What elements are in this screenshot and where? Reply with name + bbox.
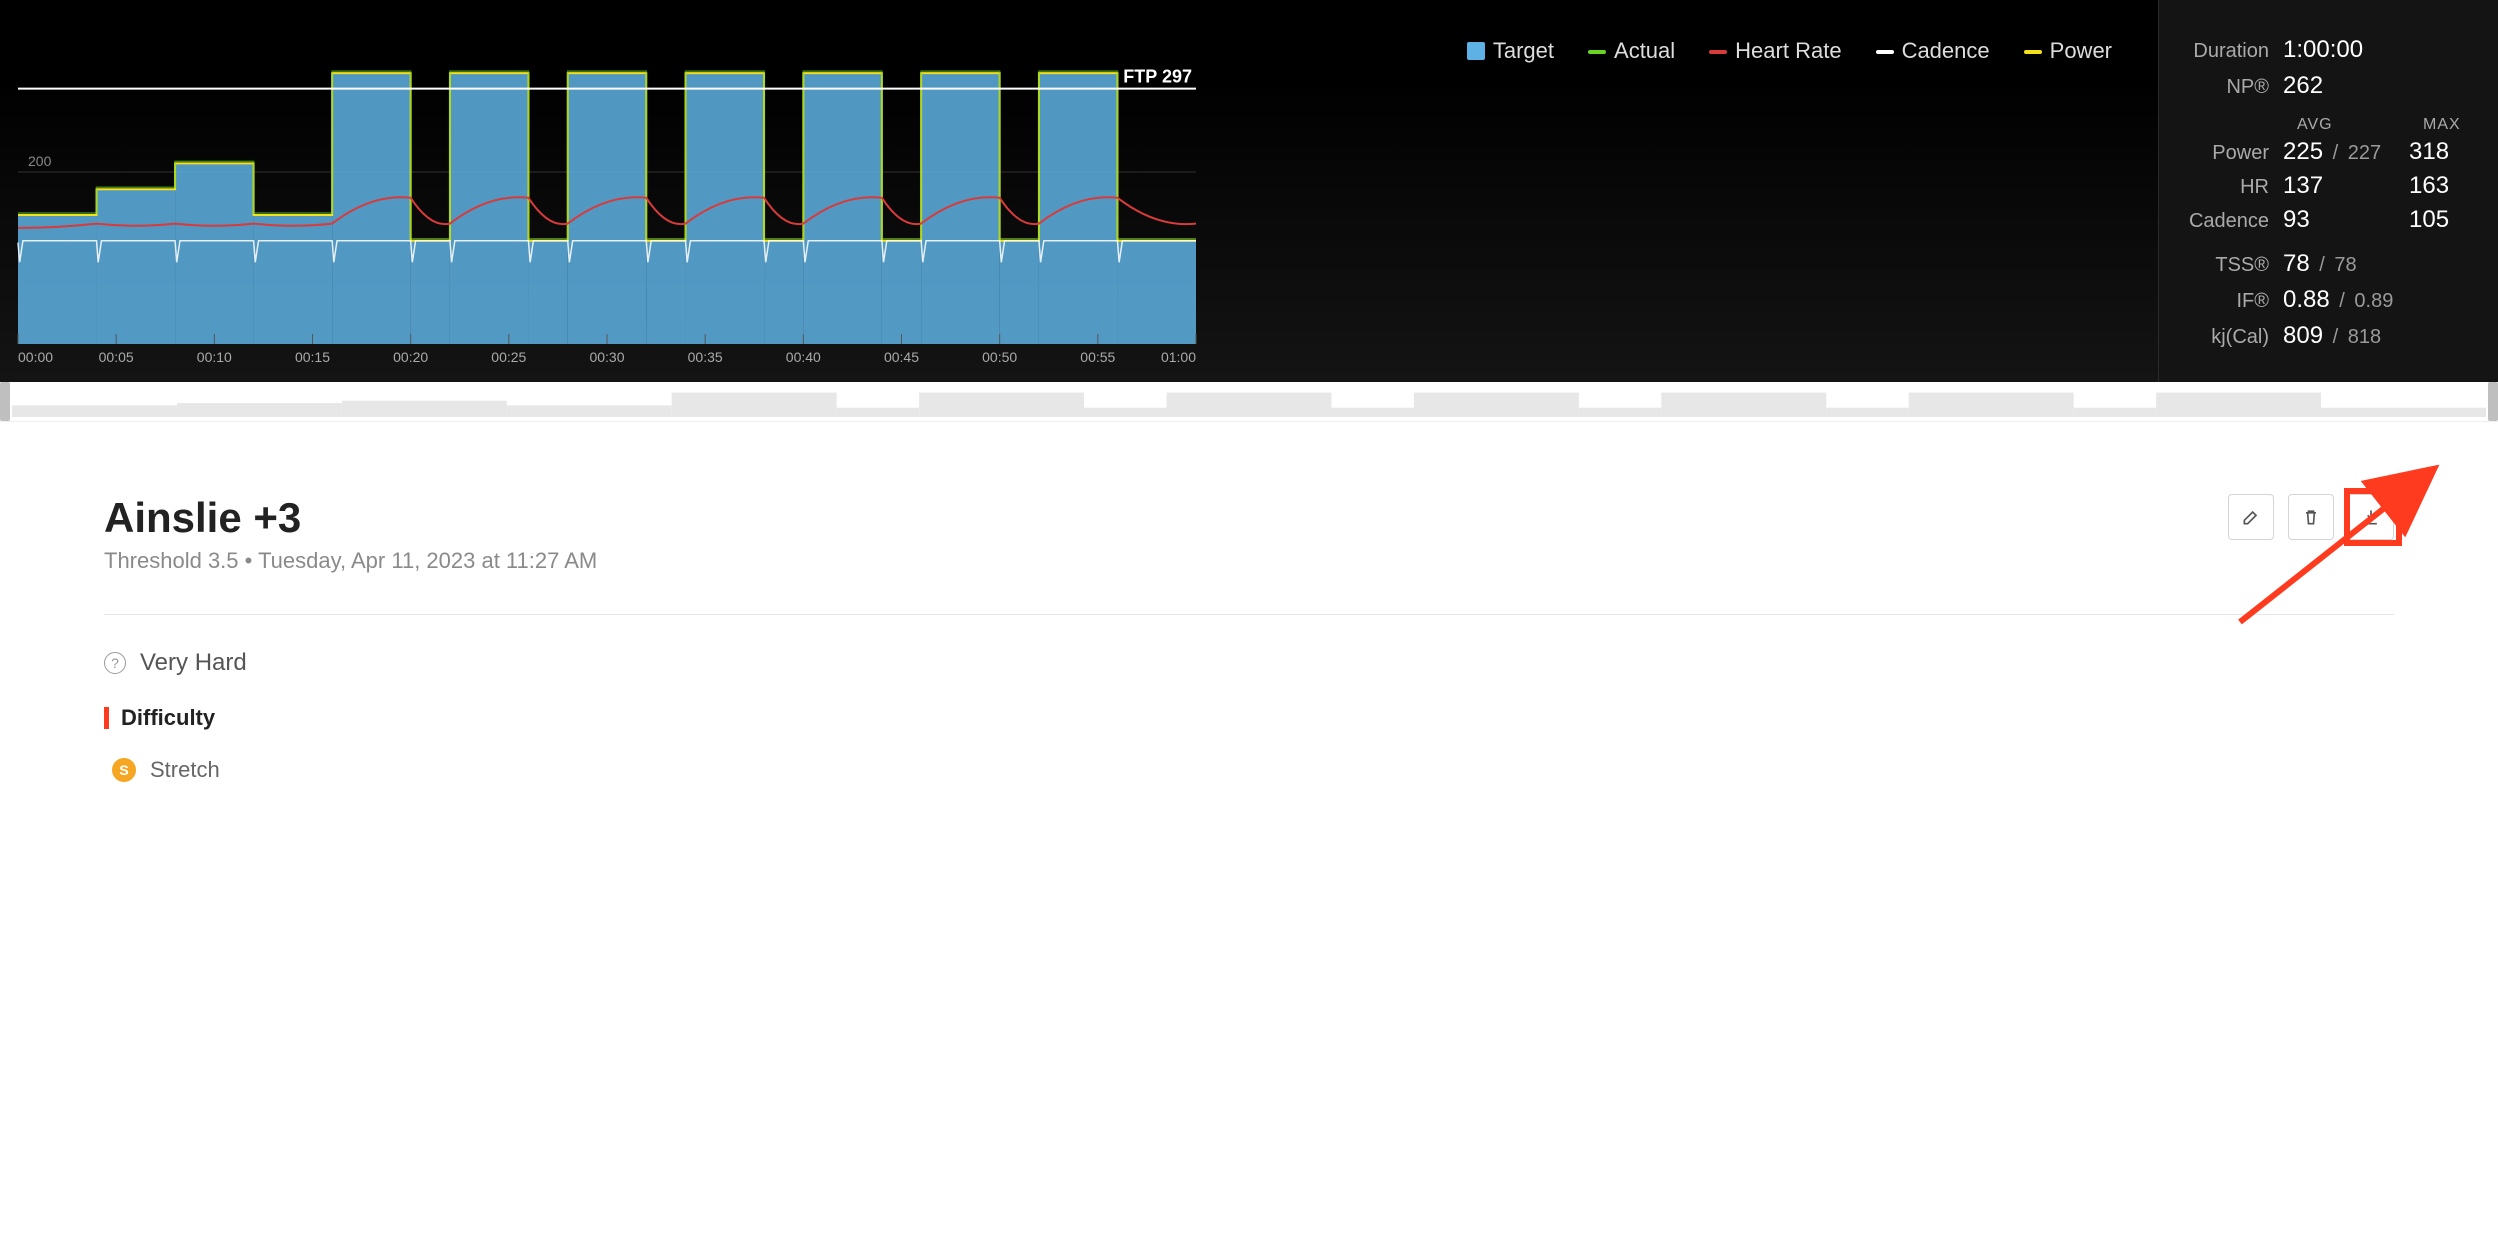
tss-label: TSS® — [2183, 254, 2283, 277]
legend-hr: Heart Rate — [1709, 38, 1841, 64]
svg-text:00:40: 00:40 — [786, 349, 821, 365]
pencil-icon — [2241, 507, 2261, 527]
stretch-badge-icon: S — [112, 758, 136, 782]
edit-button[interactable] — [2228, 494, 2274, 540]
if-value: 0.88 / 0.89 — [2283, 286, 2393, 314]
legend-target: Target — [1467, 38, 1554, 64]
workout-title: Ainslie +3 — [104, 494, 597, 542]
np-label: NP® — [2183, 76, 2283, 99]
svg-text:00:35: 00:35 — [688, 349, 723, 365]
duration-value: 1:00:00 — [2283, 36, 2363, 64]
chart-minimap[interactable] — [0, 382, 2498, 422]
minimap-handle-right[interactable] — [2488, 382, 2498, 421]
svg-text:00:05: 00:05 — [99, 349, 134, 365]
download-icon — [2361, 507, 2381, 527]
svg-text:00:55: 00:55 — [1080, 349, 1115, 365]
download-button[interactable] — [2348, 494, 2394, 540]
svg-text:00:50: 00:50 — [982, 349, 1017, 365]
delete-button[interactable] — [2288, 494, 2334, 540]
trash-icon — [2301, 507, 2321, 527]
difficulty-rating: Very Hard — [140, 649, 247, 677]
duration-label: Duration — [2183, 40, 2283, 63]
divider — [104, 614, 2394, 615]
chart-area: Target Actual Heart Rate Cadence Power 2… — [0, 0, 2158, 382]
kj-label: kj(Cal) — [2183, 326, 2283, 349]
svg-text:00:20: 00:20 — [393, 349, 428, 365]
difficulty-heading: Difficulty — [104, 705, 2394, 731]
help-icon[interactable]: ? — [104, 652, 126, 674]
svg-text:00:30: 00:30 — [589, 349, 624, 365]
svg-text:00:10: 00:10 — [197, 349, 232, 365]
cad-avg: 93 — [2283, 206, 2409, 234]
workout-chart-panel: Target Actual Heart Rate Cadence Power 2… — [0, 0, 2498, 382]
difficulty-rating-row: ? Very Hard — [104, 649, 2394, 677]
hr-avg: 137 — [2283, 172, 2409, 200]
max-header: MAX — [2423, 116, 2461, 134]
svg-text:00:15: 00:15 — [295, 349, 330, 365]
cad-label: Cadence — [2183, 210, 2283, 233]
np-value: 262 — [2283, 72, 2323, 100]
minimap-profile — [12, 386, 2486, 417]
power-avg: 225 / 227 — [2283, 138, 2409, 166]
hr-max: 163 — [2409, 172, 2449, 200]
legend-actual: Actual — [1588, 38, 1675, 64]
difficulty-level-row: S Stretch — [112, 757, 2394, 783]
cad-max: 105 — [2409, 206, 2449, 234]
tss-value: 78 / 78 — [2283, 250, 2357, 278]
hr-label: HR — [2183, 176, 2283, 199]
chart-legend: Target Actual Heart Rate Cadence Power — [1467, 38, 2112, 64]
svg-text:01:00: 01:00 — [1161, 349, 1196, 365]
svg-text:00:25: 00:25 — [491, 349, 526, 365]
stretch-label: Stretch — [150, 757, 220, 783]
if-label: IF® — [2183, 290, 2283, 313]
workout-subtitle: Threshold 3.5 • Tuesday, Apr 11, 2023 at… — [104, 548, 597, 574]
power-label: Power — [2183, 142, 2283, 165]
legend-power: Power — [2024, 38, 2112, 64]
legend-cadence: Cadence — [1876, 38, 1990, 64]
svg-text:FTP 297: FTP 297 — [1123, 67, 1192, 87]
kj-value: 809 / 818 — [2283, 322, 2381, 350]
workout-details: Ainslie +3 Threshold 3.5 • Tuesday, Apr … — [0, 422, 2498, 813]
avg-header: AVG — [2297, 116, 2423, 134]
svg-text:00:00: 00:00 — [18, 349, 53, 365]
svg-text:200: 200 — [28, 153, 52, 169]
svg-text:00:45: 00:45 — [884, 349, 919, 365]
workout-chart[interactable]: 200 FTP 297 00:00 00:05 00:10 00:15 00:20 00:25… — [12, 0, 1202, 366]
minimap-handle-left[interactable] — [0, 382, 10, 421]
summary-panel: Duration1:00:00 NP®262 AVGMAX Power225 /… — [2158, 0, 2498, 382]
power-max: 318 — [2409, 138, 2449, 166]
